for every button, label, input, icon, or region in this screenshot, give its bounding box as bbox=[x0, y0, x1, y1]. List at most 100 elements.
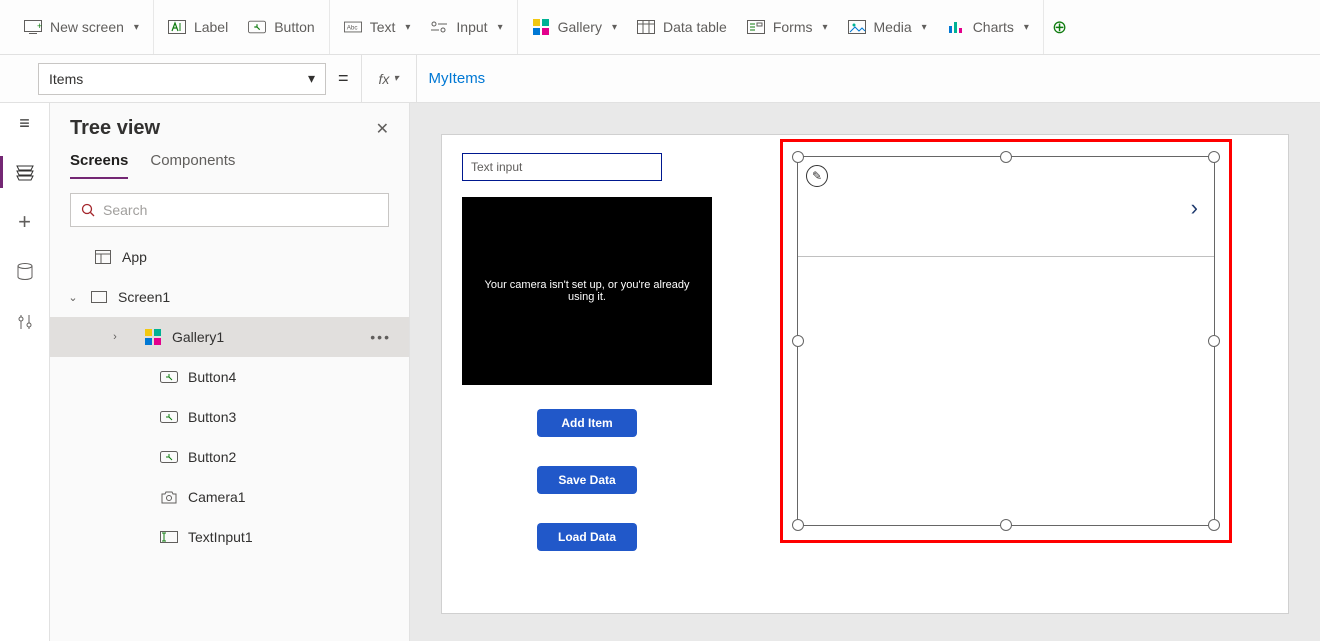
insert-button[interactable]: Button bbox=[248, 18, 314, 36]
insert-forms-text: Forms bbox=[773, 19, 813, 35]
media-icon bbox=[848, 18, 866, 36]
chevron-down-icon: ▾ bbox=[822, 22, 827, 33]
tree-node-label: App bbox=[122, 249, 147, 265]
chevron-down-icon: ▾ bbox=[134, 22, 139, 33]
formula-text: MyItems bbox=[429, 70, 486, 87]
camera-icon bbox=[160, 488, 178, 506]
new-screen-menu[interactable]: + New screen ▾ bbox=[24, 18, 139, 36]
insert-gallery-text: Gallery bbox=[558, 19, 602, 35]
rail-insert[interactable]: + bbox=[13, 210, 37, 234]
tree-node-textinput1[interactable]: TextInput1 bbox=[50, 517, 409, 557]
tree-node-button2[interactable]: Button2 bbox=[50, 437, 409, 477]
text-icon: Abc bbox=[344, 18, 362, 36]
insert-media-text: Media bbox=[874, 19, 912, 35]
rail-tools[interactable] bbox=[13, 310, 37, 334]
app-icon bbox=[94, 248, 112, 266]
resize-handle[interactable] bbox=[792, 519, 804, 531]
tree-node-button3[interactable]: Button3 bbox=[50, 397, 409, 437]
insert-charts-text: Charts bbox=[973, 19, 1014, 35]
button-label: Load Data bbox=[558, 530, 616, 544]
resize-handle[interactable] bbox=[1000, 519, 1012, 531]
canvas-camera[interactable]: Your camera isn't set up, or you're alre… bbox=[462, 197, 712, 385]
search-placeholder: Search bbox=[103, 202, 147, 218]
tree-node-label: Camera1 bbox=[188, 489, 246, 505]
search-icon bbox=[81, 203, 95, 217]
gallery-icon bbox=[144, 328, 162, 346]
canvas-screen[interactable]: Text input Your camera isn't set up, or … bbox=[442, 135, 1288, 613]
tab-screens[interactable]: Screens bbox=[70, 152, 128, 179]
button-icon bbox=[160, 368, 178, 386]
insert-label[interactable]: Label bbox=[168, 18, 228, 36]
fx-button[interactable]: fx ▾ bbox=[361, 55, 417, 103]
textinput-icon bbox=[160, 528, 178, 546]
resize-handle[interactable] bbox=[1000, 151, 1012, 163]
tree-node-app[interactable]: App bbox=[50, 237, 409, 277]
chevron-down-icon: ▾ bbox=[498, 22, 503, 33]
rail-treeview[interactable] bbox=[13, 160, 37, 184]
new-screen-label: New screen bbox=[50, 19, 124, 35]
resize-handle[interactable] bbox=[1208, 151, 1220, 163]
insert-label-text: Label bbox=[194, 19, 228, 35]
insert-charts-menu[interactable]: Charts ▾ bbox=[947, 18, 1029, 36]
label-icon bbox=[168, 18, 186, 36]
canvas-loaddata-button[interactable]: Load Data bbox=[537, 523, 637, 551]
insert-media-menu[interactable]: Media ▾ bbox=[848, 18, 927, 36]
expand-icon[interactable]: › bbox=[108, 331, 122, 343]
chevron-right-icon[interactable]: › bbox=[1191, 195, 1198, 221]
tab-components[interactable]: Components bbox=[150, 152, 235, 179]
resize-handle[interactable] bbox=[1208, 519, 1220, 531]
button-label: Add Item bbox=[561, 416, 612, 430]
insert-input-text: Input bbox=[456, 19, 487, 35]
button-icon bbox=[160, 408, 178, 426]
resize-handle[interactable] bbox=[792, 151, 804, 163]
gallery-icon bbox=[532, 18, 550, 36]
insert-input-menu[interactable]: Input ▾ bbox=[430, 18, 502, 36]
tree-view-title: Tree view bbox=[70, 117, 160, 140]
forms-icon bbox=[747, 18, 765, 36]
button-icon bbox=[160, 448, 178, 466]
more-icon[interactable]: ••• bbox=[370, 329, 391, 345]
canvas-area[interactable]: Text input Your camera isn't set up, or … bbox=[410, 103, 1320, 641]
textinput-value: Text input bbox=[471, 160, 522, 174]
tree-view-panel: Tree view ✕ Screens Components Search Ap… bbox=[50, 103, 410, 641]
charts-icon bbox=[947, 18, 965, 36]
gallery-selection-highlight: ✎ › bbox=[780, 139, 1232, 543]
canvas-savedata-button[interactable]: Save Data bbox=[537, 466, 637, 494]
tree-node-gallery1[interactable]: › Gallery1 ••• bbox=[50, 317, 409, 357]
resize-handle[interactable] bbox=[1208, 335, 1220, 347]
tree-node-label: Screen1 bbox=[118, 289, 170, 305]
tree-node-screen1[interactable]: ⌄ Screen1 bbox=[50, 277, 409, 317]
tree-node-camera1[interactable]: Camera1 bbox=[50, 477, 409, 517]
chevron-down-icon: ▾ bbox=[1024, 22, 1029, 33]
insert-text-menu[interactable]: Abc Text ▾ bbox=[344, 18, 411, 36]
canvas-textinput[interactable]: Text input bbox=[462, 153, 662, 181]
input-icon bbox=[430, 18, 448, 36]
rail-data[interactable] bbox=[13, 260, 37, 284]
chevron-down-icon: ▾ bbox=[405, 22, 410, 33]
insert-datatable-text: Data table bbox=[663, 19, 727, 35]
gallery-template-row[interactable]: › bbox=[798, 157, 1214, 257]
insert-datatable[interactable]: Data table bbox=[637, 18, 727, 36]
close-icon[interactable]: ✕ bbox=[376, 119, 389, 139]
equals-sign: = bbox=[326, 68, 361, 89]
property-dropdown[interactable]: Items ▾ bbox=[38, 63, 326, 95]
expand-icon[interactable]: ⌄ bbox=[66, 291, 80, 304]
formula-input[interactable]: MyItems bbox=[417, 55, 1320, 103]
svg-text:Abc: Abc bbox=[346, 25, 357, 32]
hamburger-icon[interactable]: ≡ bbox=[19, 113, 30, 134]
insert-gallery-menu[interactable]: Gallery ▾ bbox=[532, 18, 617, 36]
canvas-gallery[interactable]: ✎ › bbox=[797, 156, 1215, 526]
tree-node-button4[interactable]: Button4 bbox=[50, 357, 409, 397]
tree-search-input[interactable]: Search bbox=[70, 193, 389, 227]
svg-text:+: + bbox=[37, 21, 42, 31]
chevron-down-icon: ▾ bbox=[393, 73, 398, 84]
insert-forms-menu[interactable]: Forms ▾ bbox=[747, 18, 828, 36]
fx-label: fx bbox=[379, 71, 390, 87]
button-label: Save Data bbox=[558, 473, 615, 487]
camera-message: Your camera isn't set up, or you're alre… bbox=[480, 279, 694, 303]
ribbon-overflow-icon[interactable]: ⊕ bbox=[1044, 17, 1067, 38]
canvas-additem-button[interactable]: Add Item bbox=[537, 409, 637, 437]
resize-handle[interactable] bbox=[792, 335, 804, 347]
insert-ribbon: + New screen ▾ Label Button Abc Text ▾ bbox=[0, 0, 1320, 55]
chevron-down-icon: ▾ bbox=[308, 70, 315, 87]
